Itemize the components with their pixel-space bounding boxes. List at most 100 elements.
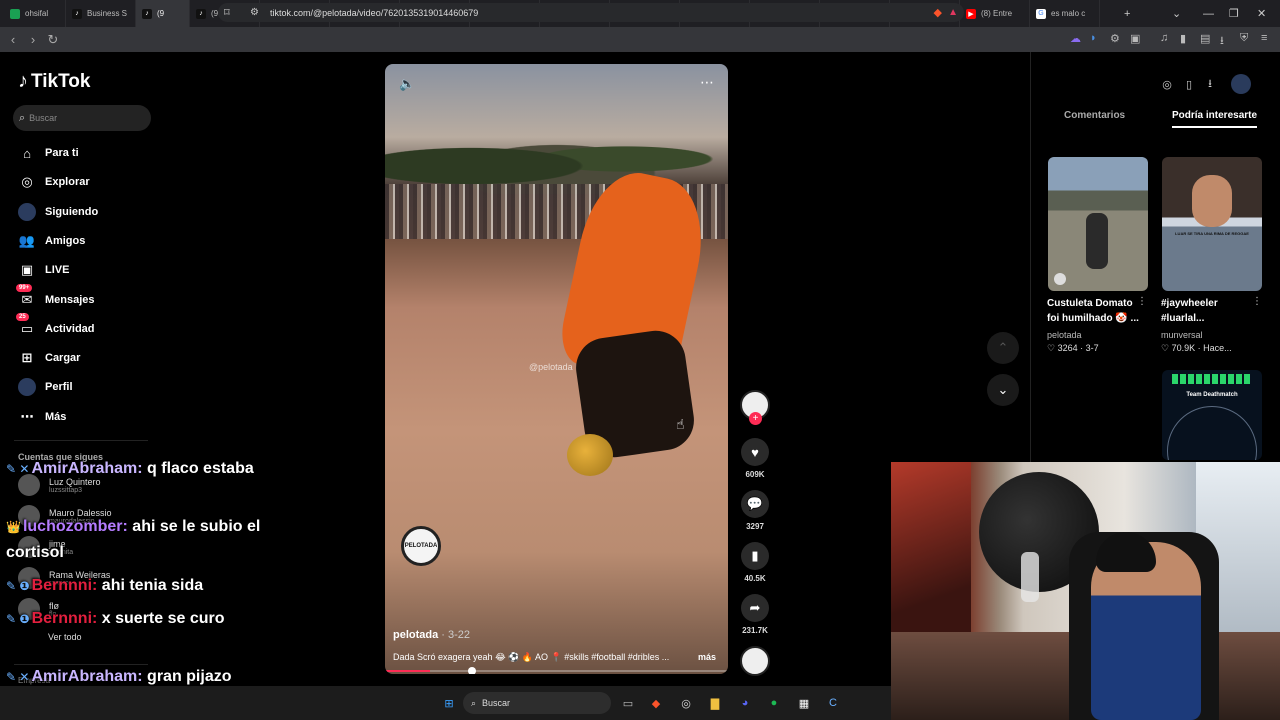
user-avatar[interactable] <box>1231 74 1251 94</box>
wallet-icon[interactable]: ▤ <box>1200 32 1210 45</box>
more-options-icon[interactable]: ⋮ <box>1137 296 1147 307</box>
video-watermark: @pelotada <box>529 362 573 372</box>
tiktok-logo[interactable]: ♪ TikTok <box>18 70 90 93</box>
sidebar-item-amigos[interactable]: 👥 Amigos <box>18 230 85 252</box>
chat-message: 👑 luchozomber: ahi se le subio el cortiso… <box>6 514 266 565</box>
file-explorer-icon[interactable]: ▇ <box>706 694 724 712</box>
recommendation-title[interactable]: #jaywheeler #luarlal... <box>1161 296 1261 326</box>
sidebar-item-explorar[interactable]: ◎ Explorar <box>18 171 89 193</box>
search-placeholder: Buscar <box>29 113 58 123</box>
thumb-face <box>1192 175 1232 227</box>
download-icon[interactable]: ⭳ <box>1220 32 1224 51</box>
recommendation-title[interactable]: Custuleta Domato foi humilhado 🤡 ... <box>1047 296 1147 326</box>
chat-text: x suerte se curo <box>97 610 225 627</box>
sidebar-item-cargar[interactable]: ⊞ Cargar <box>18 347 81 369</box>
browser-tab[interactable]: ♪ Business S <box>66 0 136 27</box>
tab-comments[interactable]: Comentarios <box>1064 110 1125 121</box>
recommendation-thumbnail[interactable]: LUAR SE TIRA UNA RIMA DE REGGAE <box>1162 157 1262 291</box>
extension-icon[interactable]: ⚙ <box>1110 32 1120 45</box>
sidebar-item-perfil[interactable]: Perfil <box>18 376 73 398</box>
recommendation-thumbnail[interactable] <box>1048 157 1148 291</box>
vpn-icon[interactable]: ⛨ <box>1240 32 1248 45</box>
video-progress-knob[interactable] <box>467 667 476 674</box>
music-disc-icon[interactable] <box>740 646 770 676</box>
recommendation-stats: ♡ 3264 · 3-7 <box>1047 343 1099 353</box>
sidebar-item-label: Actividad <box>45 322 95 335</box>
bookmark-icon[interactable]: ⌑ <box>224 6 230 19</box>
tab-recommended[interactable]: Podría interesarte <box>1172 110 1258 128</box>
download-icon[interactable]: ⭳ <box>1200 74 1220 94</box>
next-video-button[interactable]: ⌄ <box>987 374 1019 406</box>
brave-rewards-icon[interactable]: ▲ <box>948 7 958 18</box>
comment-button[interactable]: 💬 3297 <box>740 490 770 531</box>
sidebar-item-actividad[interactable]: ▭ 25 Actividad <box>16 312 95 340</box>
video-progress-track[interactable] <box>385 670 728 672</box>
taskbar-app-icon[interactable]: ◎ <box>677 694 695 712</box>
url-field[interactable]: ⌑ ⚙ tiktok.com/@pelotada/video/762013531… <box>218 3 964 22</box>
task-view-icon[interactable]: ▭ <box>619 694 637 712</box>
bookmark-icon: ▮ <box>741 542 769 570</box>
sidebar-item-mensajes[interactable]: ✉ 99+ Mensajes <box>16 283 95 311</box>
extension-icon[interactable]: ☁ <box>1070 32 1081 45</box>
window-close-button[interactable]: ✕ <box>1257 0 1266 27</box>
see-all-link[interactable]: Ver todo <box>18 632 82 642</box>
sidebar-item-siguiendo[interactable]: Siguiendo <box>18 201 98 223</box>
tab-new-button[interactable]: + <box>1124 0 1130 27</box>
volume-icon[interactable]: 🔈 <box>399 76 415 92</box>
taskbar-app-icon[interactable]: ▦ <box>795 694 813 712</box>
browser-tab[interactable]: ▶ (8) Entre <box>960 0 1030 27</box>
more-options-icon[interactable]: ⋯ <box>700 74 714 91</box>
url-text: tiktok.com/@pelotada/video/7620135319014… <box>270 7 479 18</box>
back-arrow-icon[interactable]: ‹ <box>3 32 23 47</box>
chat-username: Bernnni: <box>31 610 98 627</box>
discord-icon[interactable]: ◕ <box>736 694 754 712</box>
video-author[interactable]: pelotada · 3-22 <box>393 629 470 641</box>
music-icon[interactable]: ♫ <box>1160 32 1168 44</box>
taskbar-app-icon[interactable]: C <box>824 694 842 712</box>
more-dots-icon: ⋯ <box>20 408 34 424</box>
window-minimize-button[interactable]: — <box>1203 0 1214 27</box>
search-input[interactable]: ⌕ Buscar <box>13 105 151 131</box>
forward-arrow-icon[interactable]: › <box>23 32 43 47</box>
sidebar-icon[interactable]: ▮ <box>1180 32 1186 45</box>
sidebar-item-ms[interactable]: ⋯ Más <box>18 406 67 428</box>
browser-tab[interactable]: ohsifal <box>4 0 66 27</box>
tab-search-chevron-icon[interactable]: ⌄ <box>1172 0 1181 27</box>
thumb-radar <box>1167 406 1257 460</box>
more-description-link[interactable]: más <box>698 652 716 662</box>
chat-text: gran pijazo <box>142 668 232 685</box>
chat-username: Bernnni: <box>31 577 98 594</box>
taskbar-search-input[interactable]: ⌕ Buscar <box>463 692 611 714</box>
phone-icon[interactable]: ▯ <box>1179 74 1199 94</box>
spotify-icon[interactable]: ● <box>765 694 783 712</box>
screenshot-icon[interactable]: ▣ <box>1130 32 1140 45</box>
brave-browser-icon[interactable]: ◆ <box>647 694 665 712</box>
sidebar-item-live[interactable]: ▣ LIVE <box>18 259 70 281</box>
previous-video-button[interactable]: ⌃ <box>987 332 1019 364</box>
like-button[interactable]: ♥ 609K <box>740 438 770 479</box>
sidebar-item-parati[interactable]: ⌂ Para ti <box>18 142 79 164</box>
browser-tab[interactable]: Ges malo c <box>1030 0 1100 27</box>
author-name: pelotada <box>393 629 439 641</box>
save-button[interactable]: ▮ 40.5K <box>740 542 770 583</box>
site-info-icon[interactable]: ⚙ <box>250 7 259 18</box>
recommendation-author[interactable]: munversal <box>1161 330 1203 340</box>
windows-start-icon[interactable]: ⊞ <box>440 694 458 712</box>
sidebar-item-label: Más <box>45 410 67 423</box>
save-count: 40.5K <box>744 574 766 583</box>
compass-icon[interactable]: ◎ <box>1157 74 1177 94</box>
share-button[interactable]: ➦ 231.7K <box>740 594 770 635</box>
reload-icon[interactable]: ↻ <box>43 32 63 48</box>
follow-plus-button[interactable]: + <box>749 412 762 425</box>
taskbar-search-placeholder: Buscar <box>482 698 511 708</box>
recommendation-thumbnail[interactable]: Team Deathmatch <box>1162 370 1262 460</box>
more-options-icon[interactable]: ⋮ <box>1252 296 1262 307</box>
menu-icon[interactable]: ≡ <box>1261 32 1267 44</box>
extension-icon[interactable]: ◗ <box>1090 32 1097 44</box>
window-restore-button[interactable]: ❐ <box>1229 0 1239 27</box>
browser-tab[interactable]: ♪ (9 <box>136 0 190 27</box>
sidebar-item-label: Cargar <box>45 352 81 365</box>
recommendation-author[interactable]: pelotada <box>1047 330 1082 340</box>
video-player[interactable]: @pelotada PELOTADA 🔈 ⋯ pelotada · 3-22 D… <box>385 64 728 674</box>
brave-shield-icon[interactable]: ◆ <box>934 6 942 19</box>
